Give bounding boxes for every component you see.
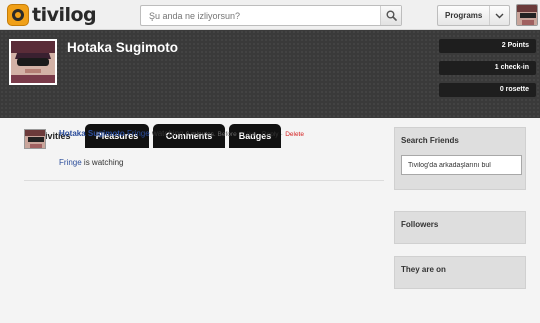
activity-verb: watching (151, 129, 184, 138)
avatar[interactable] (24, 129, 46, 149)
search-friends-title: Search Friends (401, 136, 459, 145)
top-navigation-bar: tivilog Programs (0, 0, 540, 30)
activity-header: Hotaka Sugimoto Fringe watching 6 minute… (59, 129, 304, 138)
programs-label: Programs (445, 11, 483, 20)
user-avatar-button[interactable] (516, 4, 538, 26)
followers-title: Followers (401, 220, 439, 229)
activity-show-link[interactable]: Fringe (127, 129, 150, 138)
separator: · (257, 131, 260, 138)
activity-body-show-link[interactable]: Fringe (59, 158, 82, 167)
avatar (517, 5, 537, 25)
tivilog-logo[interactable]: tivilog (7, 3, 97, 27)
checkin-stat[interactable]: 1 check-in (439, 61, 536, 75)
separator: · (280, 131, 283, 138)
like-link[interactable]: Like (243, 131, 255, 138)
profile-photo (9, 39, 57, 85)
they-are-on-box: They are on (394, 256, 526, 289)
search-button[interactable] (380, 6, 401, 25)
delete-link[interactable]: Delete (285, 131, 304, 138)
rosette-stat[interactable]: 0 rosette (439, 83, 536, 97)
activity-body-text: is watching (83, 158, 124, 167)
they-are-on-title: They are on (401, 265, 446, 274)
friends-search-input[interactable] (401, 155, 522, 175)
logo-text: tivilog (32, 4, 97, 26)
points-stat[interactable]: 2 Points (439, 39, 536, 53)
reply-link[interactable]: Reply (262, 131, 279, 138)
profile-name: Hotaka Sugimoto (67, 40, 179, 55)
separator: · (238, 131, 242, 138)
profile-header: Hotaka Sugimoto 2 Points 1 check-in 0 ro… (0, 30, 540, 148)
search-friends-box: Search Friends (394, 127, 526, 190)
activity-item: Hotaka Sugimoto Fringe watching 6 minute… (24, 129, 384, 181)
tv-eye-icon (7, 4, 29, 26)
activity-user-link[interactable]: Hotaka Sugimoto (59, 129, 125, 138)
followers-box: Followers (394, 211, 526, 244)
search-icon (386, 10, 397, 21)
search-box (140, 5, 402, 26)
programs-dropdown[interactable]: Programs (437, 5, 510, 26)
activity-body: Fringe is watching (59, 158, 124, 167)
activity-time: 6 minutes. Before (185, 131, 237, 138)
chevron-down-icon (489, 6, 509, 25)
search-input[interactable] (141, 6, 381, 25)
